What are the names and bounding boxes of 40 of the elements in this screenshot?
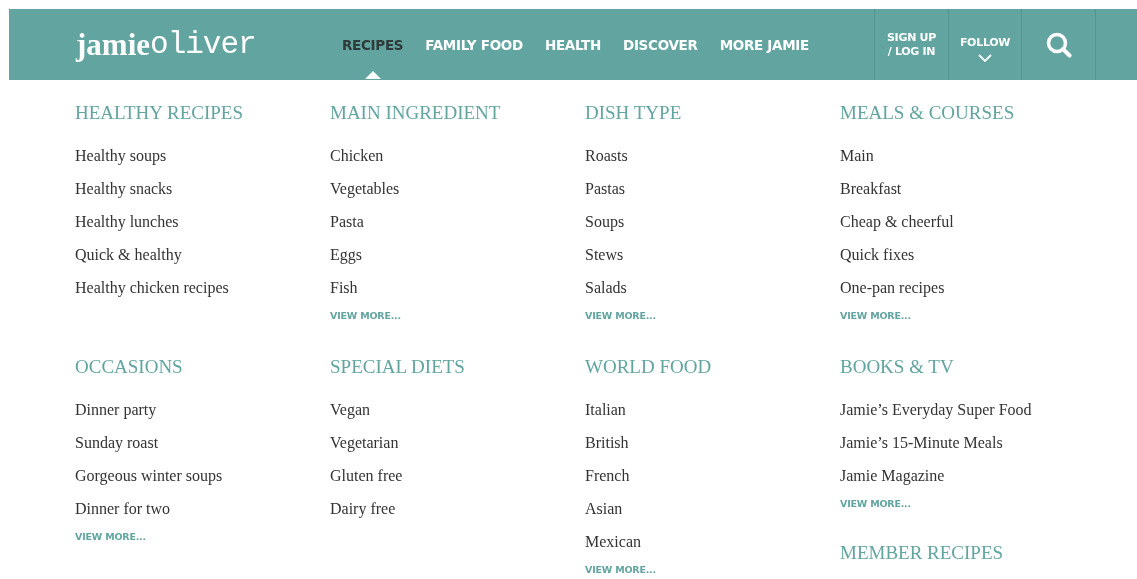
menu-link[interactable]: Vegan xyxy=(330,393,370,426)
chevron-down-icon xyxy=(978,53,992,62)
menu-link[interactable]: Dinner for two xyxy=(75,492,171,525)
menu-link[interactable]: Healthy lunches xyxy=(75,205,179,238)
menu-link[interactable]: Pasta xyxy=(330,205,364,238)
menu-link[interactable]: Fish xyxy=(330,271,358,304)
menu-link[interactable]: Soups xyxy=(585,205,625,238)
menu-link[interactable]: Dinner party xyxy=(75,393,157,426)
menu-link[interactable]: Cheap & cheerful xyxy=(840,205,954,238)
menu-link[interactable]: Dairy free xyxy=(330,492,396,525)
menu-link[interactable]: Pastas xyxy=(585,172,625,205)
menu-link[interactable]: One-pan recipes xyxy=(840,271,945,304)
menu-link[interactable]: Healthy snacks xyxy=(75,172,173,205)
menu-link[interactable]: Healthy soups xyxy=(75,139,167,172)
menu-link[interactable]: Main xyxy=(840,139,874,172)
menu-link[interactable]: Jamie’s 15-Minute Meals xyxy=(840,426,1003,459)
menu-link[interactable]: Gorgeous winter soups xyxy=(75,459,223,492)
nav-link[interactable]: RECIPES xyxy=(342,36,404,53)
menu-link[interactable]: Sunday roast xyxy=(75,426,159,459)
menu-link[interactable]: Jamie’s Everyday Super Food xyxy=(840,393,1032,426)
menu-link[interactable]: Vegetables xyxy=(330,172,400,205)
search-icon[interactable] xyxy=(1045,31,1072,58)
menu-link[interactable]: Salads xyxy=(585,271,627,304)
menu-link[interactable]: Mexican xyxy=(585,525,641,558)
menu-pointer xyxy=(364,70,381,79)
menu-link[interactable]: Chicken xyxy=(330,139,384,172)
menu-link[interactable]: Gluten free xyxy=(330,459,403,492)
menu-link[interactable]: Vegetarian xyxy=(330,426,399,459)
menu-link[interactable]: Jamie Magazine xyxy=(840,459,945,492)
menu-link[interactable]: Asian xyxy=(585,492,623,525)
menu-link[interactable]: Quick & healthy xyxy=(75,238,182,271)
menu-link[interactable]: Breakfast xyxy=(840,172,902,205)
menu-link[interactable]: British xyxy=(585,426,629,459)
menu-link[interactable]: Healthy chicken recipes xyxy=(75,271,229,304)
menu-link[interactable]: Stews xyxy=(585,238,624,271)
menu-link[interactable]: French xyxy=(585,459,630,492)
menu-link[interactable]: Italian xyxy=(585,393,626,426)
menu-link[interactable]: Eggs xyxy=(330,238,362,271)
menu-link[interactable]: Roasts xyxy=(585,139,628,172)
menu-link[interactable]: Quick fixes xyxy=(840,238,915,271)
